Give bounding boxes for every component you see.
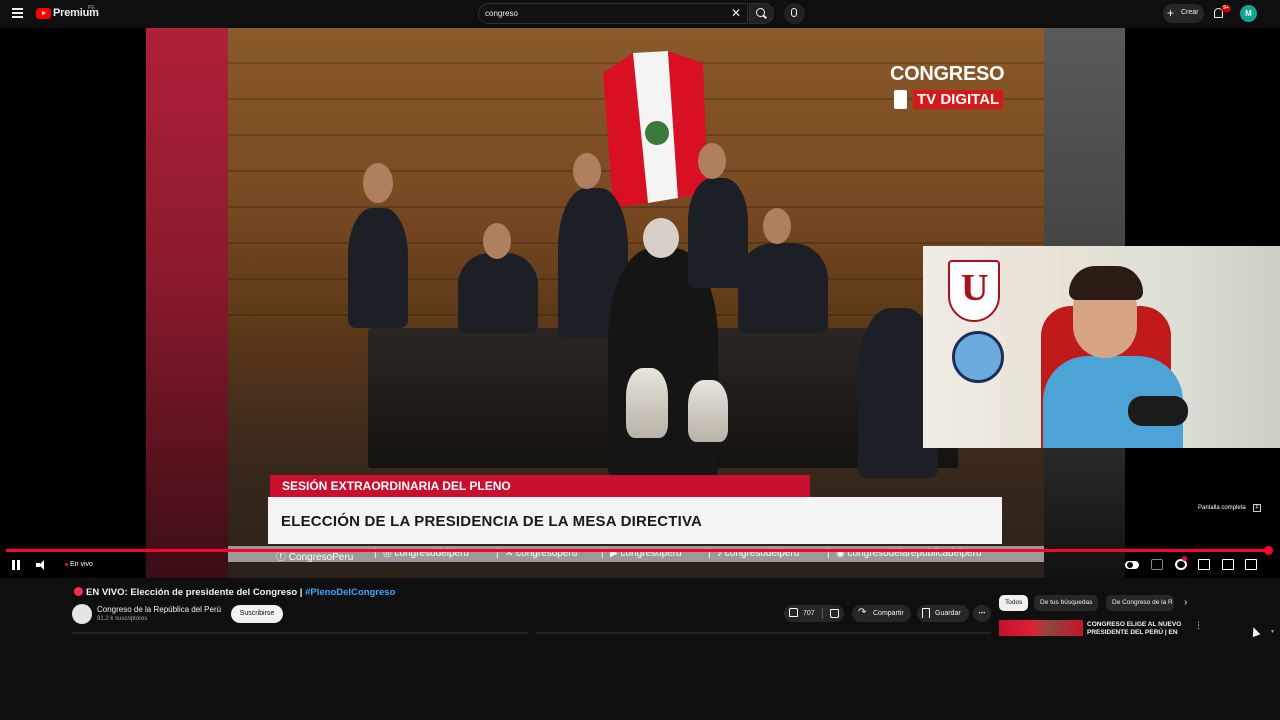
video-player[interactable]: CONGRESO TV DIGITAL SESIÓN EXTRAORDINARI…	[0, 28, 1280, 578]
lower-third-title: ELECCIÓN DE LA PRESIDENCIA DE LA MESA DI…	[281, 513, 703, 530]
ballot-urn	[626, 368, 668, 438]
description-placeholder	[536, 632, 991, 634]
person-head	[573, 153, 601, 189]
fullscreen-icon[interactable]	[1245, 559, 1257, 570]
person-head	[483, 223, 511, 259]
bookmark-icon[interactable]	[922, 608, 930, 618]
notification-badge: 9+	[1221, 5, 1231, 12]
search-icon[interactable]	[756, 8, 765, 17]
cast-icon[interactable]	[1222, 559, 1234, 570]
youtube-logo-icon[interactable]	[36, 8, 51, 19]
channel-watermark-icon	[894, 90, 907, 109]
channel-avatar[interactable]	[72, 604, 92, 624]
thumbs-up-icon[interactable]	[789, 608, 798, 617]
subscriber-count: 91.2 k suscriptores	[97, 616, 148, 622]
streamer-webcam-overlay: U	[923, 246, 1280, 448]
live-badge-icon	[74, 587, 83, 596]
create-label[interactable]: Crear	[1181, 9, 1199, 16]
save-label[interactable]: Guardar	[935, 610, 961, 617]
share-label[interactable]: Compartir	[873, 610, 904, 617]
subtitles-icon[interactable]	[1151, 559, 1163, 570]
recommendation-thumbnail[interactable]	[999, 620, 1083, 636]
account-avatar[interactable]: M	[1240, 5, 1257, 22]
peru-flag-icon	[603, 51, 708, 208]
manchester-city-badge-icon	[952, 331, 1004, 383]
side-panel-red	[146, 28, 228, 578]
progress-bar[interactable]	[6, 549, 1270, 552]
progress-scrubber[interactable]	[1264, 546, 1273, 555]
like-count[interactable]: 707	[803, 610, 815, 617]
person	[458, 253, 538, 333]
autoplay-toggle-icon[interactable]	[1125, 561, 1139, 569]
person	[348, 208, 408, 328]
fullscreen-tooltip: Pantalla completa	[1198, 505, 1246, 511]
search-input[interactable]	[478, 3, 748, 24]
scroll-down-icon[interactable]: ▾	[1271, 628, 1274, 635]
more-actions-button[interactable]: ⋯	[973, 605, 991, 622]
subscribe-button[interactable]: Suscribirse	[231, 605, 283, 623]
live-indicator-dot	[65, 563, 68, 566]
description-placeholder	[72, 632, 528, 634]
logo-country-code: PE	[88, 5, 95, 11]
person-head	[763, 208, 791, 244]
streamer-hair	[1069, 266, 1143, 300]
chevron-right-icon[interactable]: ›	[1184, 597, 1187, 608]
chip-from-searches[interactable]: De tus búsquedas	[1034, 595, 1099, 611]
more-vert-icon[interactable]: ⋮	[1194, 620, 1203, 631]
hd-badge	[1182, 556, 1187, 561]
lower-third-tag: SESIÓN EXTRAORDINARIA DEL PLENO	[282, 479, 511, 493]
share-icon[interactable]: ↷	[858, 608, 866, 618]
volume-icon[interactable]	[36, 560, 48, 570]
person-head	[643, 218, 679, 258]
person-head	[698, 143, 726, 179]
universitario-letter-icon: U	[961, 267, 989, 309]
live-label[interactable]: En vivo	[70, 561, 93, 568]
ballot-urn	[688, 380, 728, 442]
person	[738, 243, 828, 333]
hashtag-link[interactable]: #PlenoDelCongreso	[305, 587, 395, 598]
clear-search-icon[interactable]: ✕	[731, 7, 742, 19]
search-input-value[interactable]: congreso	[485, 9, 518, 18]
channel-name[interactable]: Congreso de la República del Perú	[97, 605, 221, 614]
channel-watermark-title: CONGRESO	[890, 63, 1005, 85]
thumbs-down-icon[interactable]	[830, 609, 839, 618]
microphone-arm	[1128, 396, 1188, 426]
microphone-icon[interactable]	[791, 8, 797, 17]
chip-from-channel[interactable]: De Congreso de la R	[1106, 595, 1174, 611]
video-title: EN VIVO: Elección de presidente del Cong…	[86, 587, 396, 598]
recommendation-title[interactable]: CONGRESO ELIGE AL NUEVO PRESIDENTE DEL P…	[1087, 621, 1187, 636]
top-bar: Premium PE congreso ✕ + Crear 9+ M	[0, 0, 1280, 28]
theater-mode-icon[interactable]	[1198, 559, 1210, 570]
plus-icon[interactable]: +	[1167, 5, 1174, 21]
channel-watermark-subtitle: TV DIGITAL	[913, 90, 1004, 109]
pill-divider	[822, 608, 823, 619]
mouse-cursor-icon	[1249, 625, 1261, 638]
fullscreen-shortcut-key: F	[1253, 504, 1261, 512]
menu-icon[interactable]	[12, 8, 23, 18]
person-head	[363, 163, 393, 203]
pause-icon[interactable]	[12, 560, 20, 570]
chip-all[interactable]: Todos	[999, 595, 1029, 611]
